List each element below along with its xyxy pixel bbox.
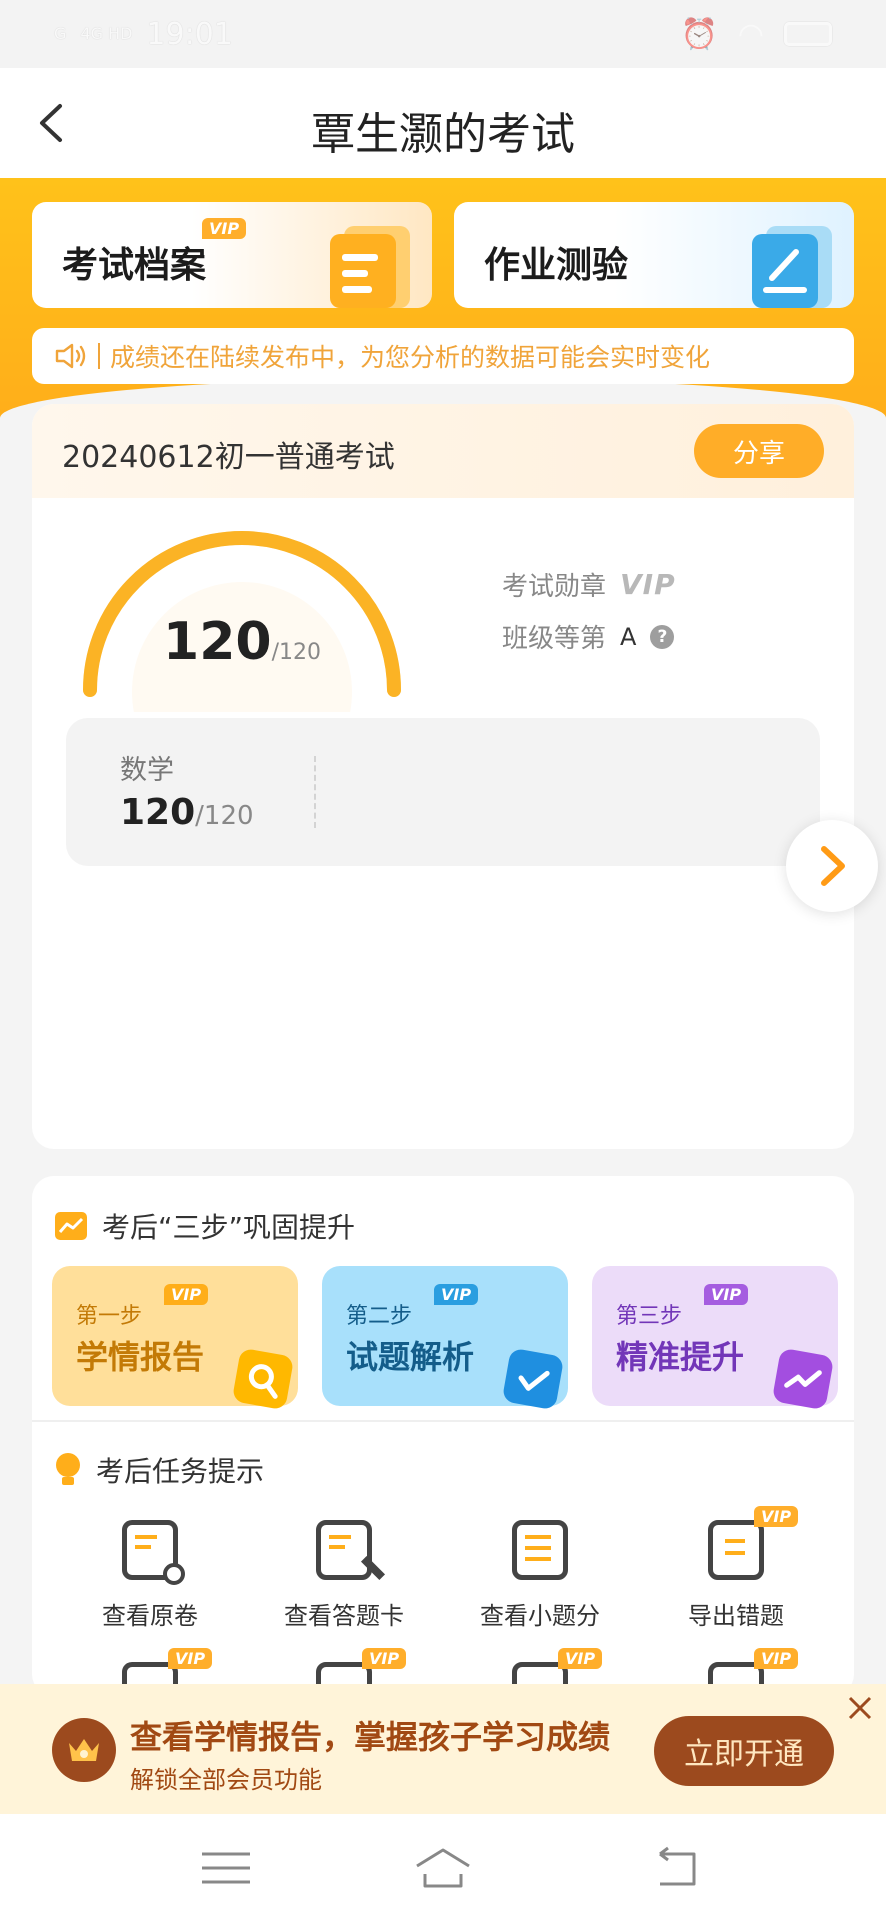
- step-name: 试题解析: [346, 1338, 475, 1376]
- list-icon: [512, 1520, 568, 1580]
- step-learning-report[interactable]: 第一步 VIP 学情报告: [52, 1266, 298, 1411]
- page-title: 覃生灏的考试: [311, 109, 575, 160]
- clock: 19:01: [146, 16, 233, 52]
- notice-separator: [98, 343, 100, 369]
- answer-sheet-icon: [316, 1520, 386, 1581]
- subject-divider: [314, 756, 316, 828]
- step-label: 第三步: [616, 1304, 683, 1329]
- help-icon[interactable]: ?: [650, 624, 675, 649]
- task-label: 查看答题卡: [284, 1602, 404, 1630]
- subject-score-max: /120: [195, 801, 254, 831]
- homework-quiz-card[interactable]: 作业测验: [454, 202, 854, 308]
- subject-name: 数学: [120, 755, 174, 786]
- magnifier-icon: [231, 1347, 295, 1411]
- signal-indicator-2: 4G HD: [80, 24, 133, 43]
- lightbulb-icon: [56, 1453, 80, 1485]
- battery-icon: [784, 22, 832, 46]
- step-label: 第二步: [346, 1304, 413, 1329]
- wifi-icon: ◠: [737, 16, 764, 52]
- rank-label: 班级等第: [502, 624, 607, 654]
- close-icon[interactable]: [844, 1692, 876, 1724]
- subject-score-value: 120: [120, 792, 196, 833]
- steps-title-text: 考后“三步”巩固提升: [102, 1211, 356, 1244]
- signal-indicator: G: [54, 24, 67, 43]
- vip-badge: VIP: [754, 1506, 799, 1527]
- step-label: 第一步: [76, 1304, 143, 1329]
- trend-chart-icon: [55, 1212, 87, 1240]
- next-arrow-button[interactable]: [786, 820, 878, 912]
- vip-badge: VIP: [558, 1648, 603, 1669]
- step-precise-improvement[interactable]: 第三步 VIP 精准提升: [592, 1266, 838, 1411]
- paper-search-icon: [122, 1520, 185, 1585]
- vip-badge: VIP: [362, 1648, 407, 1669]
- total-score-value: 120: [163, 612, 272, 672]
- notice-text: 成绩还在陆续发布中，为您分析的数据可能会实时变化: [110, 343, 711, 372]
- document-icon: [330, 226, 410, 308]
- back-icon[interactable]: [646, 1844, 706, 1892]
- open-membership-button[interactable]: 立即开通: [654, 1716, 834, 1786]
- task-view-question-scores[interactable]: 查看小题分: [440, 1520, 640, 1631]
- class-rank: 班级等第 A ?: [502, 618, 675, 655]
- status-bar: G 4G HD 19:01 ⏰ ◠: [0, 0, 886, 68]
- speaker-icon: [55, 343, 86, 369]
- tasks-title-text: 考后任务提示: [96, 1455, 265, 1488]
- pencil-note-icon: [752, 226, 832, 308]
- section-divider: [32, 1420, 854, 1422]
- exam-name: 20240612初一普通考试: [62, 440, 395, 475]
- vip-badge: VIP: [704, 1284, 749, 1305]
- step-name: 精准提升: [616, 1338, 745, 1376]
- medal-label: 考试勋章: [502, 572, 607, 602]
- exam-archive-card[interactable]: 考试档案 VIP: [32, 202, 432, 308]
- homework-quiz-label: 作业测验: [484, 245, 629, 286]
- medal-vip: VIP: [620, 568, 676, 601]
- tasks-section-title: 考后任务提示: [54, 1450, 264, 1490]
- vip-badge: VIP: [754, 1648, 799, 1669]
- system-nav-bar: [0, 1814, 886, 1920]
- promo-subtitle: 解锁全部会员功能: [130, 1766, 322, 1794]
- membership-promo-banner[interactable]: 查看学情报告，掌握孩子学习成绩 解锁全部会员功能 立即开通: [0, 1684, 886, 1814]
- share-button[interactable]: 分享: [694, 424, 824, 478]
- step-question-analysis[interactable]: 第二步 VIP 试题解析: [322, 1266, 568, 1411]
- trend-up-icon: [771, 1347, 835, 1411]
- home-icon[interactable]: [413, 1844, 473, 1892]
- top-bar: 覃生灏的考试: [0, 68, 886, 178]
- promo-title: 查看学情报告，掌握孩子学习成绩: [130, 1718, 611, 1756]
- chevron-right-icon: [821, 846, 845, 886]
- exam-archive-label: 考试档案: [62, 245, 207, 286]
- checkmark-icon: [501, 1347, 565, 1411]
- task-view-answer-sheet[interactable]: 查看答题卡: [244, 1520, 444, 1631]
- subject-score: 120/120: [120, 792, 254, 833]
- vip-badge: VIP: [168, 1648, 213, 1669]
- alarm-icon: ⏰: [680, 16, 718, 52]
- menu-icon[interactable]: [196, 1844, 256, 1892]
- crown-icon: [52, 1718, 116, 1782]
- subject-score-box[interactable]: 数学 120/120: [66, 718, 820, 866]
- vip-badge: VIP: [434, 1284, 479, 1305]
- exam-medal[interactable]: 考试勋章 VIP: [502, 566, 676, 603]
- vip-badge: VIP: [164, 1284, 209, 1305]
- task-label: 查看原卷: [102, 1602, 198, 1630]
- total-score: 120/120: [32, 612, 452, 672]
- notice-bar: 成绩还在陆续发布中，为您分析的数据可能会实时变化: [32, 328, 854, 384]
- three-steps-card: 考后“三步”巩固提升 第一步 VIP 学情报告 第二步 VIP 试题解析 第三步…: [32, 1176, 854, 1696]
- step-name: 学情报告: [76, 1338, 205, 1376]
- task-label: 查看小题分: [480, 1602, 600, 1630]
- steps-section-title: 考后“三步”巩固提升: [54, 1206, 355, 1246]
- rank-value: A: [620, 622, 637, 651]
- total-score-max: /120: [271, 640, 321, 665]
- task-label: 导出错题: [688, 1602, 784, 1630]
- task-export-wrong-questions[interactable]: VIP 导出错题: [636, 1506, 836, 1631]
- exam-header: 20240612初一普通考试 分享: [32, 404, 854, 498]
- exam-score-card: 20240612初一普通考试 分享 120/120 考试勋章 VIP 班级等第 …: [32, 404, 854, 1149]
- task-view-original-paper[interactable]: 查看原卷: [50, 1520, 250, 1631]
- export-icon: [708, 1520, 764, 1580]
- vip-badge: VIP: [202, 218, 247, 239]
